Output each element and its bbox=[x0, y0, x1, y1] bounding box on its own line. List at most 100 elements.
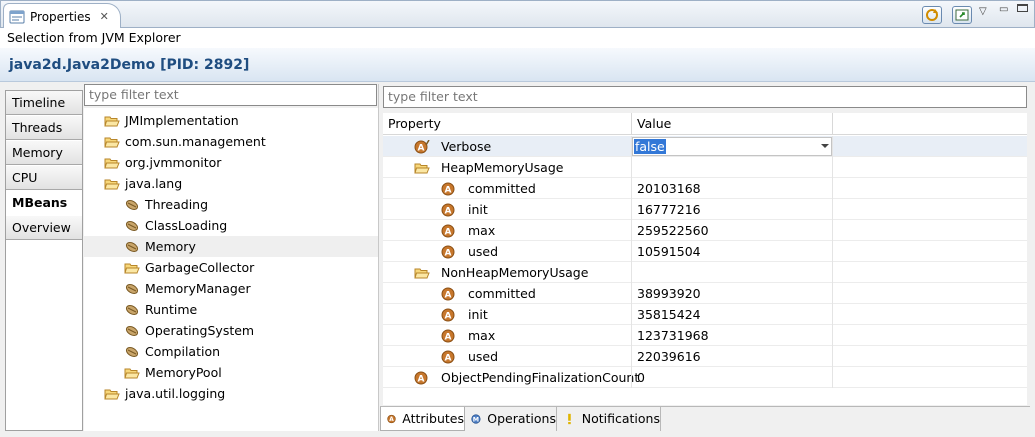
table-row[interactable]: Aused 22039616 bbox=[383, 346, 1027, 367]
property-name: committed bbox=[468, 181, 536, 196]
pin-icon bbox=[955, 9, 969, 21]
tree-node-label: java.util.logging bbox=[125, 386, 226, 401]
svg-text:A: A bbox=[389, 417, 394, 423]
tab-mbeans[interactable]: MBeans bbox=[6, 191, 82, 215]
table-row[interactable]: NonHeapMemoryUsage bbox=[383, 262, 1027, 283]
mbean-icon bbox=[125, 200, 139, 210]
attribute-filter-input[interactable]: type filter text bbox=[383, 86, 1027, 108]
attribute-icon: A bbox=[441, 182, 455, 196]
tree-node-label: Threading bbox=[145, 197, 209, 212]
property-name: HeapMemoryUsage bbox=[441, 160, 564, 175]
tab-memory[interactable]: Memory bbox=[6, 141, 82, 165]
monitor-tabs: Timeline Threads Memory CPU MBeans Overview bbox=[5, 90, 83, 431]
view-tab-label: Properties bbox=[30, 9, 91, 24]
tree-node[interactable]: ClassLoading bbox=[84, 215, 378, 236]
tree-node[interactable]: java.lang bbox=[84, 173, 378, 194]
tree-node[interactable]: Compilation bbox=[84, 341, 378, 362]
property-value: 22039616 bbox=[637, 349, 701, 364]
attribute-icon: A bbox=[441, 350, 455, 364]
mbean-icon bbox=[125, 242, 139, 252]
mbean-icon bbox=[125, 221, 139, 231]
tree-node-label: MemoryPool bbox=[145, 365, 222, 380]
attribute-bottom-tabs: A Attributes M Operations Notifications bbox=[380, 406, 1030, 431]
pin-button[interactable] bbox=[952, 6, 972, 24]
tree-node-label: MemoryManager bbox=[145, 281, 251, 296]
open-folder-icon bbox=[414, 163, 430, 174]
minimize-icon[interactable]: ▭ bbox=[999, 4, 1008, 15]
dropdown-arrow-icon[interactable] bbox=[821, 144, 829, 148]
open-folder-icon bbox=[124, 263, 140, 274]
bottom-tab-label: Operations bbox=[487, 411, 556, 426]
tab-attributes[interactable]: A Attributes bbox=[380, 407, 465, 431]
open-folder-icon bbox=[414, 268, 430, 279]
property-value: 0 bbox=[637, 370, 645, 385]
property-name: used bbox=[468, 349, 499, 364]
close-icon[interactable]: ✕ bbox=[100, 10, 109, 23]
tree-node-label: Memory bbox=[145, 239, 196, 254]
property-value: 10591504 bbox=[637, 244, 701, 259]
tree-node-label: com.sun.management bbox=[125, 134, 266, 149]
table-header: Property Value bbox=[383, 113, 1027, 135]
view-menu-icon[interactable]: ▽ bbox=[979, 6, 987, 17]
tab-cpu[interactable]: CPU bbox=[6, 166, 82, 190]
table-row[interactable]: Ainit 16777216 bbox=[383, 199, 1027, 220]
table-row[interactable]: Acommitted 38993920 bbox=[383, 283, 1027, 304]
tree-node[interactable]: org.jvmmonitor bbox=[84, 152, 378, 173]
tree-node[interactable]: java.util.logging bbox=[84, 383, 378, 404]
svg-text:A: A bbox=[445, 228, 452, 238]
property-value[interactable]: false bbox=[634, 139, 666, 154]
tree-node[interactable]: MemoryPool bbox=[84, 362, 378, 383]
tree-node[interactable]: Memory bbox=[84, 236, 378, 257]
tree-node[interactable]: GarbageCollector bbox=[84, 257, 378, 278]
table-row[interactable]: HeapMemoryUsage bbox=[383, 157, 1027, 178]
attribute-icon: A bbox=[441, 287, 455, 301]
tree-node[interactable]: com.sun.management bbox=[84, 131, 378, 152]
table-row[interactable]: Amax 259522560 bbox=[383, 220, 1027, 241]
open-folder-icon bbox=[104, 389, 120, 400]
property-name: committed bbox=[468, 286, 536, 301]
value-editor-combo[interactable]: false bbox=[632, 137, 832, 156]
notification-icon bbox=[568, 413, 571, 425]
attribute-icon: A bbox=[441, 245, 455, 259]
property-name: max bbox=[468, 223, 496, 238]
tree-node[interactable]: MemoryManager bbox=[84, 278, 378, 299]
tab-threads[interactable]: Threads bbox=[6, 116, 82, 140]
tree-node[interactable]: JMImplementation bbox=[84, 110, 378, 131]
mbean-tree: JMImplementation com.sun.management org.jv… bbox=[84, 108, 378, 431]
tab-notifications[interactable]: Notifications bbox=[557, 407, 661, 431]
svg-text:A: A bbox=[445, 312, 452, 322]
tree-node-label: java.lang bbox=[125, 176, 183, 191]
property-name: max bbox=[468, 328, 496, 343]
attribute-icon: A bbox=[414, 371, 428, 385]
property-value: 38993920 bbox=[637, 286, 701, 301]
column-header-property[interactable]: Property bbox=[383, 113, 632, 135]
svg-text:A: A bbox=[445, 186, 452, 196]
tree-node[interactable]: OperatingSystem bbox=[84, 320, 378, 341]
table-row[interactable]: A Verbose false bbox=[383, 136, 1027, 157]
svg-text:M: M bbox=[473, 416, 479, 423]
table-row[interactable]: Acommitted 20103168 bbox=[383, 178, 1027, 199]
tree-filter-input[interactable]: type filter text bbox=[84, 84, 377, 106]
tab-operations[interactable]: M Operations bbox=[465, 407, 557, 431]
column-header-value[interactable]: Value bbox=[632, 113, 833, 135]
table-row[interactable]: A ObjectPendingFinalizationCount 0 bbox=[383, 367, 1027, 388]
mbean-icon bbox=[125, 305, 139, 315]
property-name: init bbox=[468, 307, 488, 322]
svg-text:A: A bbox=[418, 144, 425, 154]
tree-node[interactable]: Threading bbox=[84, 194, 378, 215]
svg-text:A: A bbox=[445, 333, 452, 343]
property-name: init bbox=[468, 202, 488, 217]
tab-timeline[interactable]: Timeline bbox=[6, 91, 82, 115]
bottom-tab-label: Notifications bbox=[581, 411, 660, 426]
table-row[interactable]: Aused 10591504 bbox=[383, 241, 1027, 262]
properties-view-tab[interactable]: Properties ✕ bbox=[3, 3, 121, 29]
refresh-button[interactable] bbox=[922, 6, 942, 24]
tree-node-label: org.jvmmonitor bbox=[125, 155, 222, 170]
table-row[interactable]: Ainit 35815424 bbox=[383, 304, 1027, 325]
tab-overview[interactable]: Overview bbox=[6, 216, 82, 240]
mbean-icon bbox=[125, 326, 139, 336]
table-row[interactable]: Amax 123731968 bbox=[383, 325, 1027, 346]
attribute-icon: A bbox=[441, 308, 455, 322]
maximize-icon[interactable] bbox=[1017, 4, 1028, 12]
tree-node[interactable]: Runtime bbox=[84, 299, 378, 320]
